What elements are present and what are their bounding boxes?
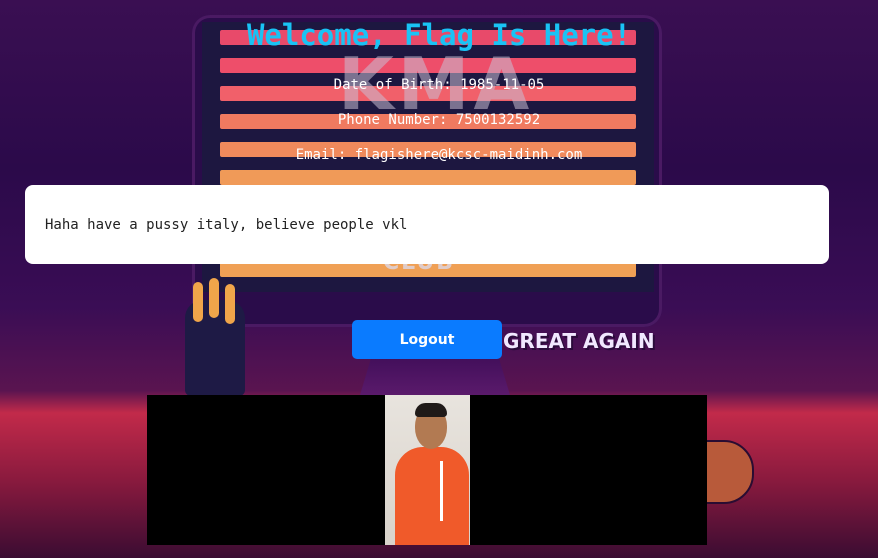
background-slogan: GREAT AGAIN: [503, 329, 655, 353]
person-zipper: [440, 461, 443, 521]
phone-number-text: Phone Number: 7500132592: [337, 112, 541, 128]
message-text: Haha have a pussy italy, believe people …: [45, 216, 408, 233]
page-title: Welcome, Flag Is Here!: [246, 18, 632, 52]
logout-button[interactable]: Logout: [352, 320, 502, 359]
person-body: [395, 447, 469, 545]
message-box: Haha have a pussy italy, believe people …: [25, 185, 829, 264]
video-player[interactable]: [147, 395, 707, 545]
person-hair: [415, 403, 447, 417]
background-hand-illustration: [185, 282, 245, 396]
background-decoration: [700, 440, 754, 504]
video-frame: [385, 395, 470, 545]
email-text: Email: flagishere@kcsc-maidinh.com: [295, 147, 583, 163]
date-of-birth-text: Date of Birth: 1985-11-05: [333, 77, 545, 93]
